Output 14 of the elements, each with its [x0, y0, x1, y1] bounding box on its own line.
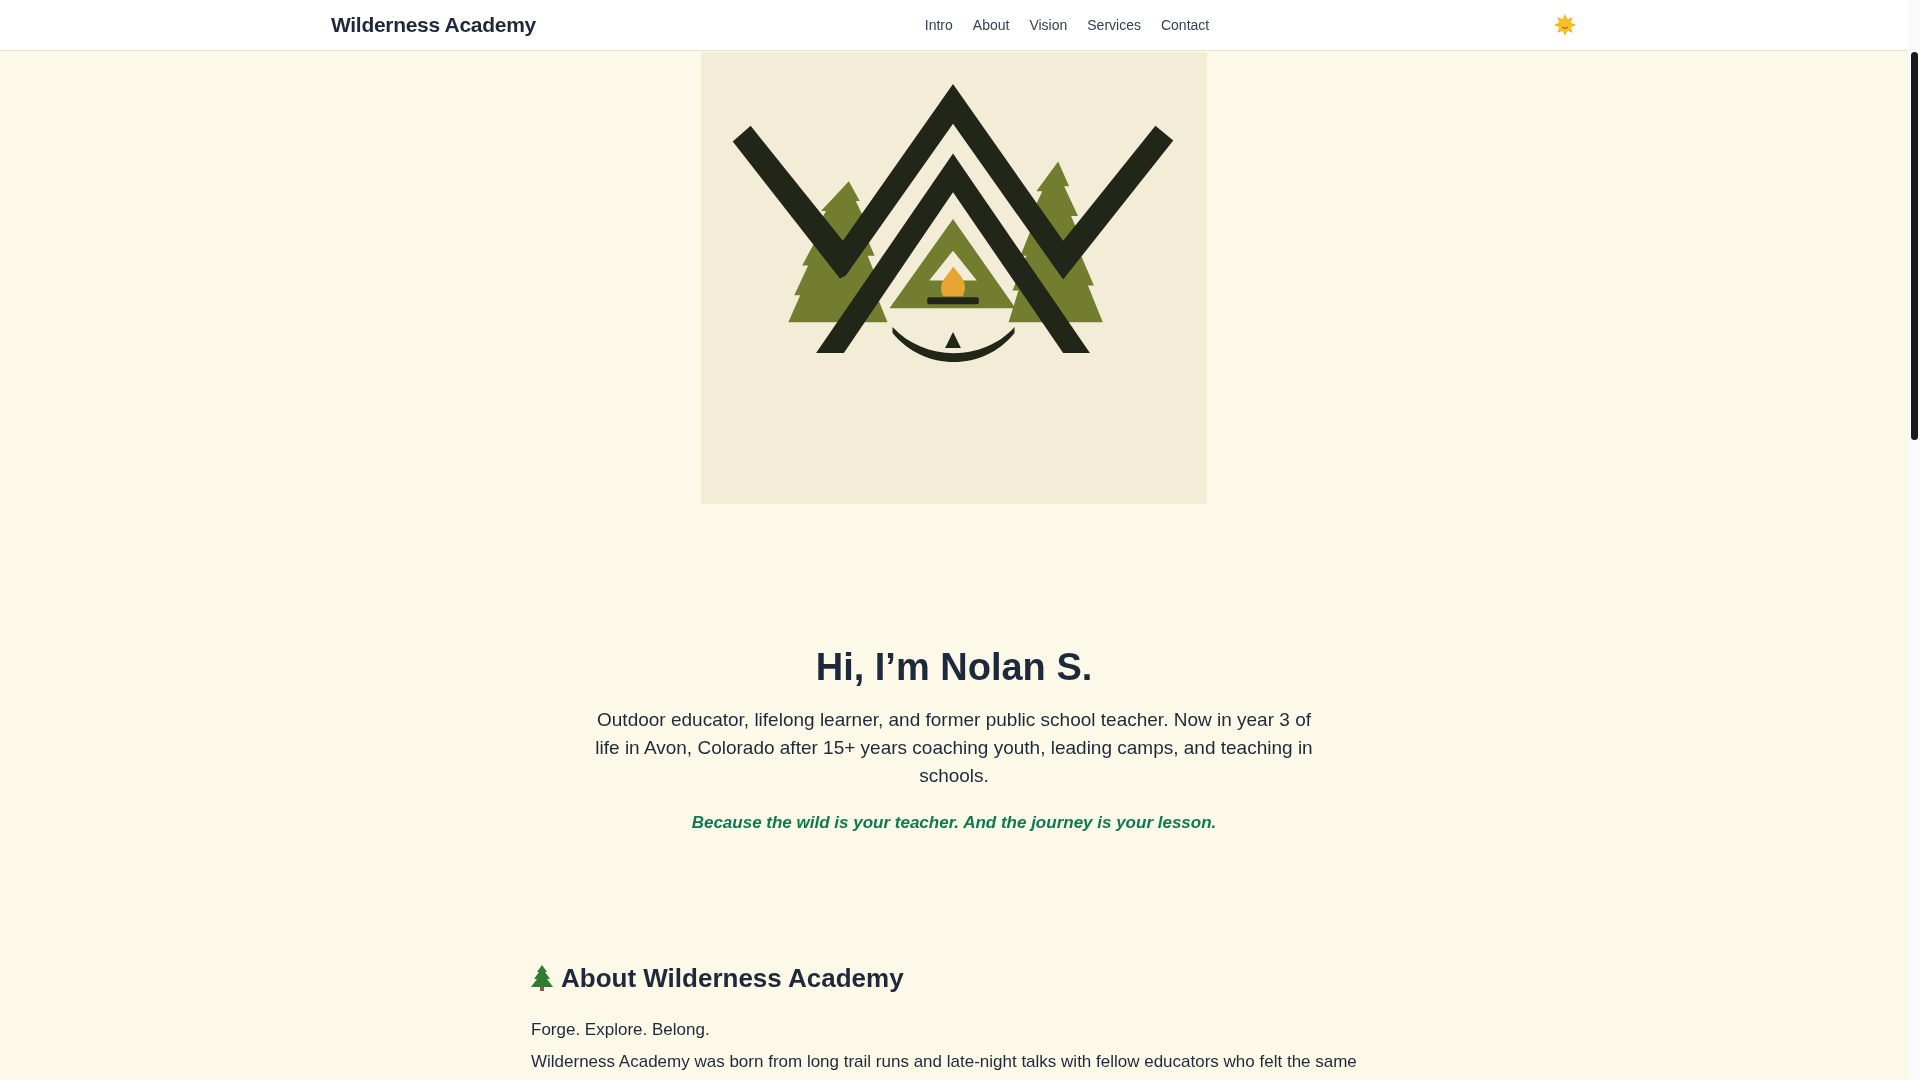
pine-tree-icon — [531, 965, 553, 991]
scrollbar[interactable] — [1908, 0, 1920, 1080]
nav-link[interactable]: About — [972, 17, 1010, 33]
body-text: Forge. Explore. Belong. — [531, 1019, 711, 1041]
section-heading: About Wilderness Academy — [561, 962, 904, 995]
hero-title: Hi, I’m Nolan S. — [814, 645, 1094, 690]
site-title[interactable]: Wilderness Academy — [331, 13, 731, 37]
nav-link[interactable]: Contact — [1160, 17, 1210, 33]
tagline: Because the wild is your teacher. And the journey is your lesson. — [690, 813, 1218, 833]
body-text: Wilderness Academy was born from long trail runs and late-night talks with fellow educators who felt the same — [531, 1051, 1358, 1073]
nav-link[interactable]: Vision — [1029, 17, 1068, 33]
nav-link[interactable]: Intro — [924, 17, 953, 33]
intro-paragraph: Outdoor educator, lifelong learner, and former public school teacher. Now in year 3 of life in Avon, Colorado after 15+ years coaching youth, leading camps, and teaching in schools. — [594, 708, 1314, 788]
nav-link[interactable]: Services — [1087, 17, 1141, 33]
